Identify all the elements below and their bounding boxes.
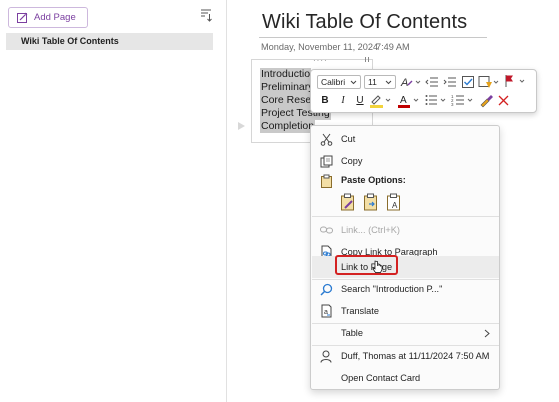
person-icon: [319, 349, 333, 363]
page-list-item-label: Wiki Table Of Contents: [21, 36, 119, 46]
menu-item-author-label: Duff, Thomas at 11/11/2024 7:50 AM: [341, 351, 490, 361]
svg-text:3: 3: [451, 102, 454, 107]
outline-line-5[interactable]: Completion: [260, 120, 316, 133]
bold-button[interactable]: B: [317, 93, 333, 107]
menu-item-cut[interactable]: Cut: [312, 128, 499, 150]
clear-formatting-icon[interactable]: A: [400, 75, 422, 89]
menu-item-search-label: Search "Introduction P...": [341, 284, 443, 294]
italic-button[interactable]: I: [335, 93, 351, 107]
container-move-handle[interactable]: ····: [313, 56, 328, 65]
add-page-button[interactable]: Add Page: [8, 7, 88, 28]
add-page-icon: [17, 12, 28, 23]
outline-line-1[interactable]: Introductio: [260, 68, 312, 81]
chevron-down-icon: [385, 80, 392, 85]
menu-item-link: Link... (Ctrl+K): [312, 219, 499, 241]
menu-item-link-to-page[interactable]: Link to Page: [312, 256, 499, 278]
todo-checkbox-icon[interactable]: [461, 75, 475, 89]
sort-icon[interactable]: [200, 8, 212, 22]
page-list-item-wiki-toc[interactable]: Wiki Table Of Contents: [6, 33, 213, 50]
chevron-down-icon: [350, 80, 357, 85]
svg-text:A: A: [400, 95, 407, 106]
search-icon: [319, 282, 333, 296]
paste-text-only-icon: A: [387, 193, 400, 211]
format-painter-icon[interactable]: [479, 93, 494, 108]
svg-text:A: A: [392, 201, 398, 210]
translate-icon: a: [319, 304, 333, 318]
page-title[interactable]: Wiki Table Of Contents: [262, 11, 467, 34]
tags-icon[interactable]: [478, 75, 500, 89]
menu-item-author[interactable]: Duff, Thomas at 11/11/2024 7:50 AM: [312, 345, 499, 367]
add-page-label: Add Page: [34, 12, 76, 23]
delete-icon[interactable]: [497, 94, 510, 107]
paragraph-handle[interactable]: [238, 122, 245, 130]
font-name-dropdown[interactable]: Calibri: [317, 75, 361, 89]
font-color-icon[interactable]: A: [397, 93, 421, 108]
flag-icon[interactable]: [503, 74, 527, 88]
menu-item-table[interactable]: Table: [312, 322, 499, 344]
menu-item-link-label: Link... (Ctrl+K): [341, 225, 400, 235]
onenote-window: Add Page Wiki Table Of Contents Wiki Tab…: [0, 0, 559, 402]
paste-text-only-button[interactable]: A: [384, 192, 404, 212]
menu-item-table-label: Table: [341, 328, 363, 338]
mouse-pointer-icon: [372, 260, 383, 273]
paste-merge-formatting-button[interactable]: [361, 192, 381, 212]
bullets-icon[interactable]: [424, 93, 448, 108]
menu-item-search[interactable]: Search "Introduction P...": [312, 278, 499, 300]
font-size-dropdown[interactable]: 11: [364, 75, 396, 89]
menu-item-cut-label: Cut: [341, 134, 356, 144]
paste-options-header: Paste Options:: [312, 170, 499, 190]
menu-item-copy[interactable]: Copy: [312, 150, 499, 172]
chevron-right-icon: [484, 329, 490, 338]
scissors-icon: [319, 132, 333, 146]
title-underline: [259, 37, 487, 38]
font-name-value: Calibri: [321, 77, 346, 87]
menu-item-open-contact-card-label: Open Contact Card: [341, 373, 421, 383]
mini-formatting-toolbar: Calibri 11 A B I U A 1 2 3: [310, 69, 537, 113]
menu-item-copy-label: Copy: [341, 156, 363, 166]
highlight-icon[interactable]: [369, 93, 393, 108]
clipboard-icon: [319, 174, 333, 188]
svg-text:A: A: [400, 77, 408, 89]
menu-item-translate[interactable]: a Translate: [312, 300, 499, 322]
increase-indent-icon[interactable]: [443, 75, 457, 89]
menu-separator: [312, 216, 499, 217]
link-icon: [319, 223, 333, 237]
container-resize-handle[interactable]: [365, 57, 369, 62]
numbering-icon[interactable]: 1 2 3: [451, 93, 475, 108]
paste-keep-formatting-icon: [341, 193, 354, 211]
page-time: 7:49 AM: [376, 42, 410, 52]
font-size-value: 11: [368, 77, 377, 87]
page-list-pane: Add Page Wiki Table Of Contents: [0, 0, 226, 402]
paste-merge-formatting-icon: [364, 193, 377, 211]
outline-line-2[interactable]: Preliminary: [260, 81, 315, 94]
paste-options-label: Paste Options:: [341, 175, 406, 185]
menu-item-link-to-page-label: Link to Page: [341, 262, 393, 272]
menu-item-open-contact-card[interactable]: Open Contact Card: [312, 367, 499, 389]
page-date: Monday, November 11, 2024: [261, 42, 379, 52]
menu-item-translate-label: Translate: [341, 306, 379, 316]
underline-button[interactable]: U: [352, 93, 368, 107]
decrease-indent-icon[interactable]: [425, 75, 439, 89]
copy-icon: [319, 154, 333, 168]
context-menu: Cut Copy Paste Options: A Link... (Ctrl+…: [310, 125, 500, 390]
paste-keep-formatting-button[interactable]: [338, 192, 358, 212]
pane-divider[interactable]: [226, 0, 227, 402]
